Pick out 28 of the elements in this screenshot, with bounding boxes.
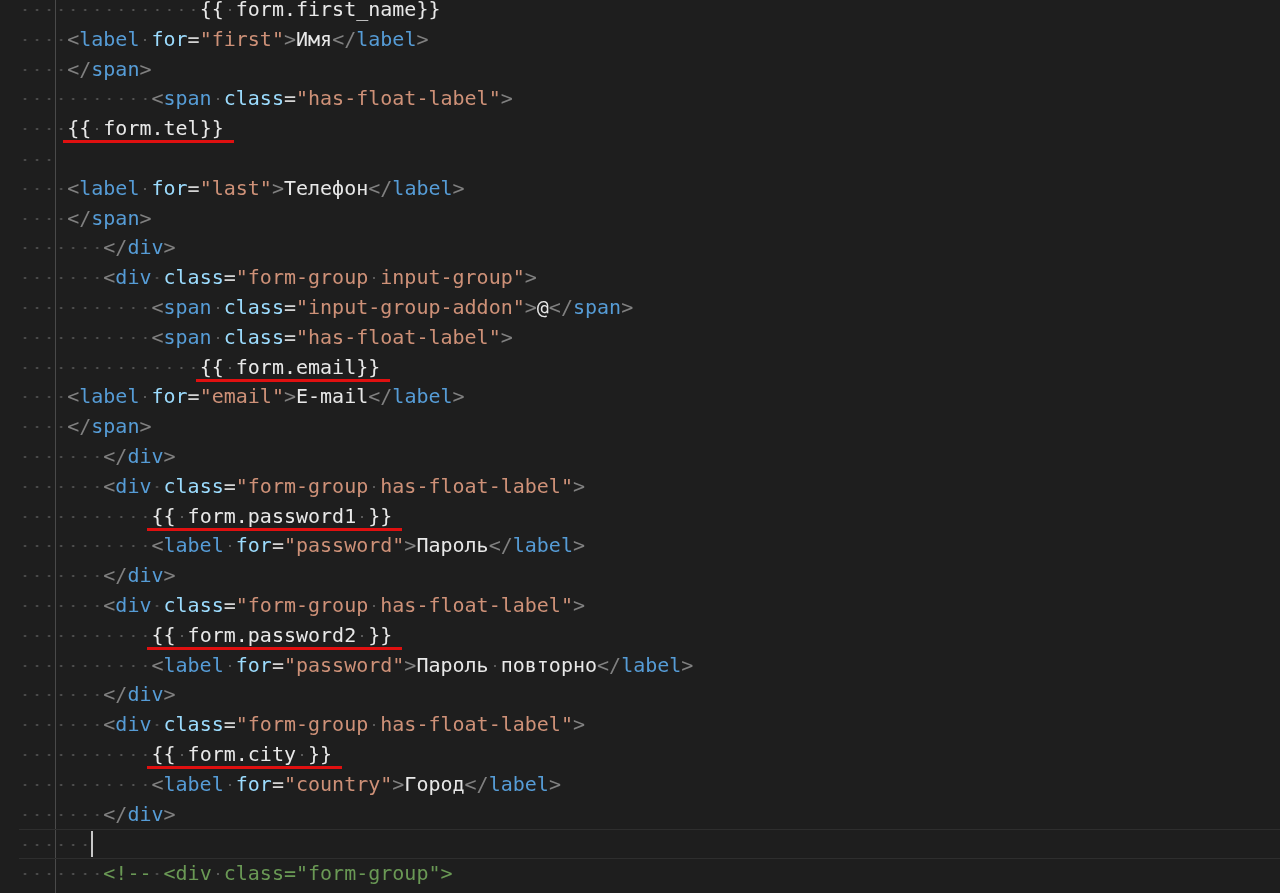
code-line: </div>: [19, 441, 176, 472]
code-line: <span class="has-float-label">: [19, 322, 513, 353]
code-line: <label for="password">Пароль</label>: [19, 531, 585, 562]
code-line: {{ form.first_name}}: [19, 0, 441, 25]
code-line: </div>: [19, 680, 176, 711]
code-line: {{ form.city }}: [19, 739, 333, 770]
code-line: </span>: [19, 54, 152, 85]
code-line: <label for="country">Город</label>: [19, 769, 561, 800]
code-line: <label for="last">Телефон</label>: [19, 173, 465, 204]
code-line: </div>: [19, 561, 176, 591]
code-line: <label for="first">Имя</label>: [19, 24, 429, 55]
code-line: </span>: [19, 412, 152, 442]
code-line: </span>: [19, 203, 152, 234]
code-line: {{ form.password1 }}: [19, 501, 393, 532]
code-line: {{ form.email}}: [19, 352, 381, 383]
code-line: <label for="password">Пароль повторно</label>: [19, 650, 694, 681]
code-line: </div>: [19, 233, 176, 264]
code-line: <label for="email">E-mail</label>: [19, 382, 465, 413]
code-line: <div class="form-group input-group">: [19, 263, 537, 293]
code-line: <div class="form-group has-float-label">: [19, 471, 585, 502]
code-line: <!-- <div class="form-group">: [19, 859, 453, 889]
code-line: <span class="input-group-addon">@</span>: [19, 292, 634, 323]
code-line: <div class="form-group has-float-label">: [19, 710, 585, 740]
code-line: {{ form.tel}}: [19, 114, 224, 144]
code-line: </div>: [19, 799, 176, 830]
code-line: <div class="form-group has-float-label">: [19, 590, 585, 621]
code-line: {{ form.password2 }}: [19, 620, 393, 651]
code-line: <span class="has-float-label">: [19, 84, 513, 115]
